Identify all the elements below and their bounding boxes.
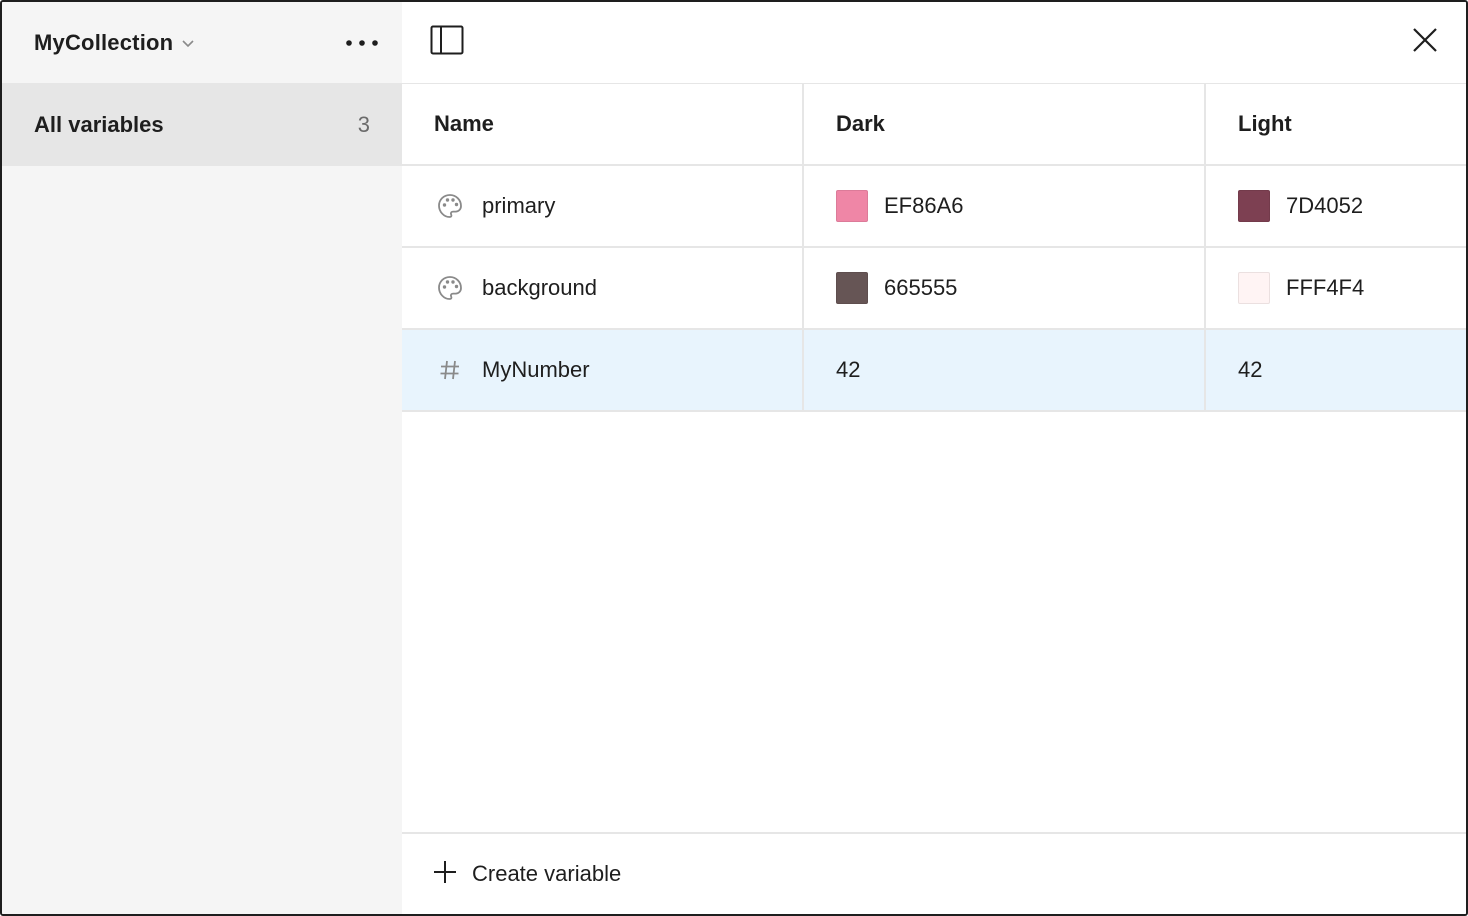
toggle-sidebar-button[interactable] (426, 22, 468, 64)
main-header (402, 2, 1466, 84)
dark-value: 42 (836, 357, 861, 382)
sidebar-panel-icon (430, 25, 464, 60)
table-footer: Create variable (402, 832, 1466, 914)
color-swatch[interactable] (1238, 272, 1270, 304)
collection-name: MyCollection (34, 29, 174, 55)
create-variable-button[interactable]: Create variable (432, 859, 621, 890)
chevron-down-icon (181, 36, 195, 50)
dark-value: 665555 (884, 275, 958, 300)
close-button[interactable] (1404, 22, 1446, 64)
palette-icon (434, 272, 466, 304)
light-value-cell[interactable]: FFF4F4 (1206, 248, 1466, 328)
close-icon (1412, 27, 1438, 58)
more-options-button[interactable] (342, 23, 382, 63)
palette-icon (434, 190, 466, 222)
dark-value-cell[interactable]: EF86A6 (804, 166, 1206, 246)
table-header-row: Name Dark Light (402, 84, 1466, 166)
light-value-cell[interactable]: 42 (1206, 330, 1466, 410)
variable-name-cell[interactable]: primary (402, 166, 804, 246)
more-horizontal-icon (345, 34, 379, 52)
light-value-cell[interactable]: 7D4052 (1206, 166, 1466, 246)
variable-name-cell[interactable]: background (402, 248, 804, 328)
variable-name: MyNumber (482, 357, 590, 382)
plus-icon (432, 859, 458, 890)
sidebar-item-label: All variables (34, 112, 164, 137)
sidebar: MyCollection All variables 3 (2, 2, 402, 914)
variables-table: Name Dark Light primary EF86A6 7D4052 ba… (402, 84, 1466, 412)
table-row[interactable]: MyNumber 42 42 (402, 330, 1466, 412)
variable-name-cell[interactable]: MyNumber (402, 330, 804, 410)
color-swatch[interactable] (1238, 190, 1270, 222)
main-panel: Name Dark Light primary EF86A6 7D4052 ba… (402, 2, 1466, 914)
dark-value-cell[interactable]: 42 (804, 330, 1206, 410)
hash-icon (434, 354, 466, 386)
light-value: 7D4052 (1286, 193, 1364, 218)
light-value: FFF4F4 (1286, 275, 1365, 300)
color-swatch[interactable] (836, 272, 868, 304)
column-header-name[interactable]: Name (402, 84, 804, 164)
light-value: 42 (1238, 357, 1263, 382)
color-swatch[interactable] (836, 190, 868, 222)
create-variable-label: Create variable (472, 861, 622, 886)
column-header-light[interactable]: Light (1206, 84, 1466, 164)
sidebar-item-count: 3 (357, 112, 370, 137)
variable-name: primary (482, 193, 556, 218)
dark-value-cell[interactable]: 665555 (804, 248, 1206, 328)
sidebar-header: MyCollection (2, 2, 402, 84)
table-row[interactable]: primary EF86A6 7D4052 (402, 166, 1466, 248)
sidebar-item-all-variables[interactable]: All variables 3 (2, 84, 402, 166)
column-header-dark[interactable]: Dark (804, 84, 1206, 164)
variable-name: background (482, 275, 597, 300)
dark-value: EF86A6 (884, 193, 964, 218)
table-row[interactable]: background 665555 FFF4F4 (402, 248, 1466, 330)
collection-selector[interactable]: MyCollection (34, 30, 195, 56)
variables-window: MyCollection All variables 3 Name Dark L… (0, 0, 1468, 916)
